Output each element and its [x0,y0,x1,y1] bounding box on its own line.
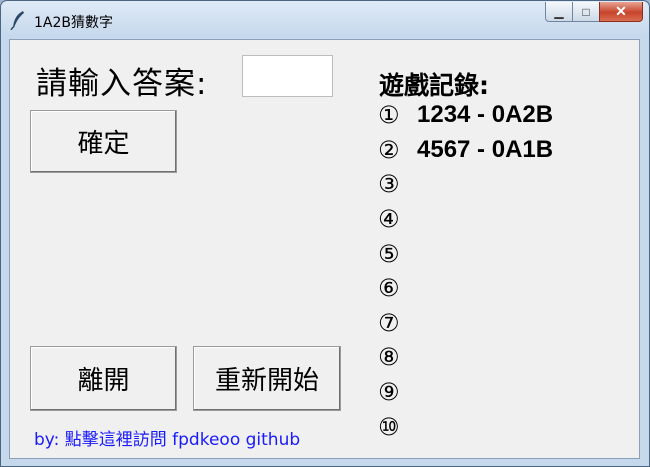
window-controls: ▁ □ ✕ [545,2,643,24]
history-row: ⑥ [378,271,553,306]
history-entry: 4567 - 0A1B [417,135,554,163]
title-bar[interactable]: 1A2B猜數字 ▁ □ ✕ [1,1,649,39]
minimize-button[interactable]: ▁ [545,2,572,22]
history-number: ⑩ [378,412,400,441]
history-number: ⑤ [378,239,400,268]
history-row: ③ [378,167,553,202]
client-area: 請輸入答案: 確定 離開 重新開始 by: 點擊這裡訪問 fpdkeoo git… [9,39,640,459]
history-number: ⑨ [378,378,400,407]
github-link[interactable]: by: 點擊這裡訪問 fpdkeoo github [34,425,300,450]
feather-icon [9,10,27,31]
history-row: ⑨ [378,375,553,410]
history-number: ④ [378,205,400,234]
app-window: 1A2B猜數字 ▁ □ ✕ 請輸入答案: 確定 離開 重新開始 by: 點擊這裡… [0,0,650,467]
answer-prompt-label: 請輸入答案: [36,66,208,102]
history-number: ⑦ [378,308,400,337]
history-number: ⑧ [378,343,400,372]
history-row: ⑧ [378,340,553,375]
history-row: ④ [378,202,553,237]
history-list: ① 1234 - 0A2B ② 4567 - 0A1B ③ ④ ⑤ ⑥ ⑦ ⑧ ⑨ … [378,98,553,444]
history-row: ⑩ [378,409,553,444]
close-icon: ✕ [615,3,627,19]
answer-input[interactable] [242,55,333,97]
history-number: ⑥ [378,274,400,303]
history-row: ① 1234 - 0A2B [378,98,553,133]
history-number: ② [378,135,400,164]
confirm-button[interactable]: 確定 [30,110,177,173]
history-row: ⑤ [378,236,553,271]
history-title: 遊戲記錄: [379,71,489,100]
maximize-button[interactable]: □ [572,2,599,22]
close-button[interactable]: ✕ [599,2,643,22]
history-row: ⑦ [378,306,553,341]
restart-button[interactable]: 重新開始 [193,346,341,411]
history-number: ① [378,101,400,130]
history-row: ② 4567 - 0A1B [378,133,553,168]
history-entry: 1234 - 0A2B [417,101,554,129]
minimize-icon: ▁ [554,4,564,19]
maximize-icon: □ [582,4,590,19]
history-number: ③ [378,170,400,199]
leave-button[interactable]: 離開 [30,346,177,411]
window-title: 1A2B猜數字 [34,15,113,31]
